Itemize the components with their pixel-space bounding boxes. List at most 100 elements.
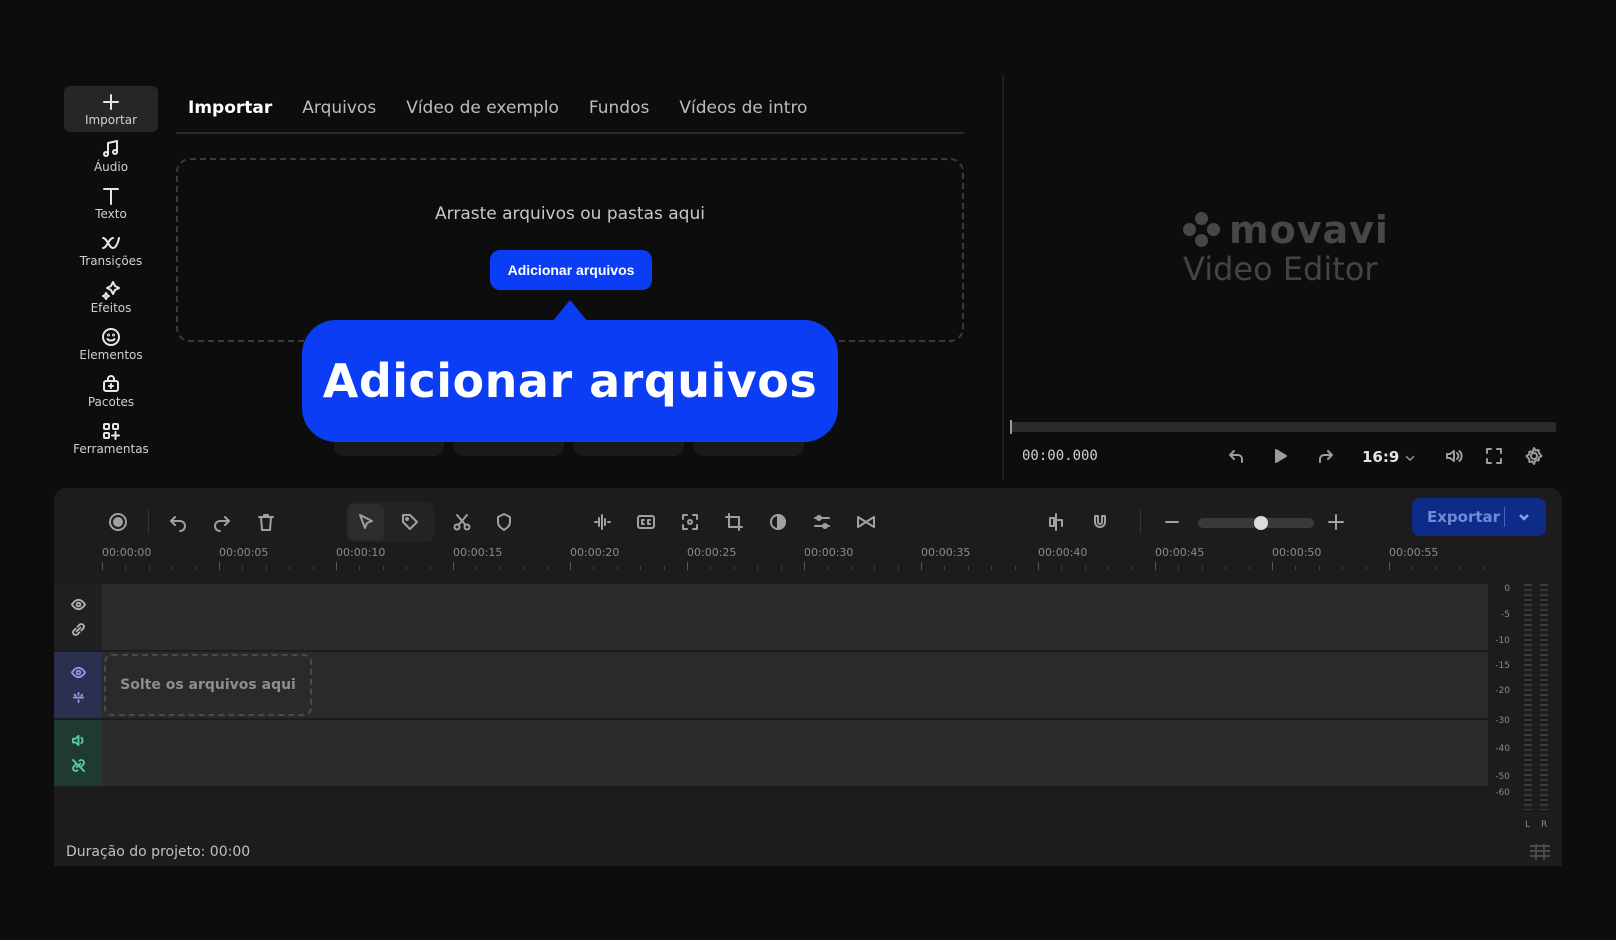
play-button[interactable] (1268, 444, 1292, 468)
magnet-button[interactable] (1082, 504, 1118, 540)
zoom-slider-knob[interactable] (1254, 516, 1268, 530)
aspect-ratio-dropdown[interactable] (1398, 446, 1422, 470)
eye-icon[interactable] (70, 665, 86, 680)
volume-button[interactable] (1442, 444, 1466, 468)
speaker-icon[interactable] (71, 733, 86, 748)
tab-video-de-exemplo[interactable]: Vídeo de exemplo (391, 98, 574, 118)
eye-icon[interactable] (70, 597, 86, 612)
link-broken-icon[interactable] (71, 690, 86, 705)
audio-sync-button[interactable] (1038, 504, 1074, 540)
panel-divider[interactable] (1002, 74, 1004, 480)
ruler-minor-tick (991, 566, 993, 570)
sidebar-item-label: Texto (95, 206, 127, 221)
ruler-minor-tick (944, 566, 946, 570)
trash-icon (258, 514, 274, 531)
chevron-down-icon[interactable] (1517, 510, 1531, 524)
sidebar-item-transicoes[interactable]: Transições (64, 227, 158, 273)
cut-button[interactable] (444, 504, 480, 540)
vu-bar-left (1524, 584, 1532, 810)
fullscreen-icon (1486, 448, 1502, 464)
tab-videos-de-intro[interactable]: Vídeos de intro (664, 98, 822, 118)
settings-button[interactable] (1522, 444, 1546, 468)
delete-button[interactable] (248, 504, 284, 540)
play-icon (1275, 449, 1287, 463)
export-button[interactable]: Exportar (1412, 498, 1546, 536)
ruler-minor-tick (382, 566, 384, 570)
tab-arquivos[interactable]: Arquivos (287, 98, 391, 118)
transition-wizard-button[interactable] (848, 504, 884, 540)
audio-track[interactable] (54, 720, 1488, 786)
marker-tool-button[interactable] (392, 504, 428, 540)
color-button[interactable] (760, 504, 796, 540)
left-sidebar: Importar Áudio Texto Transições Efeitos … (64, 86, 160, 462)
zoom-out-button[interactable] (1154, 504, 1190, 540)
fullscreen-button[interactable] (1482, 444, 1506, 468)
ruler-minor-tick (265, 566, 267, 570)
sidebar-item-label: Elementos (79, 347, 143, 362)
ruler-minor-tick (663, 566, 665, 570)
select-tool-button[interactable] (348, 504, 384, 540)
sidebar-item-texto[interactable]: Texto (64, 180, 158, 226)
sidebar-item-elementos[interactable]: Elementos (64, 321, 158, 367)
ruler-tick-label: 00:00:40 (1038, 546, 1088, 570)
ruler-minor-tick (757, 566, 759, 570)
protect-button[interactable] (486, 504, 522, 540)
record-icon (109, 513, 127, 531)
step-forward-button[interactable] (1314, 444, 1338, 468)
sidebar-item-ferramentas[interactable]: Ferramentas (64, 415, 158, 461)
vu-channel-r: R (1541, 820, 1548, 830)
export-label: Exportar (1427, 508, 1501, 526)
ruler-minor-tick (1084, 566, 1086, 570)
ruler-tick-label: 00:00:10 (336, 546, 386, 570)
ruler-minor-tick (640, 566, 642, 570)
redo-icon (214, 516, 230, 532)
ruler-minor-tick (1178, 566, 1180, 570)
adjust-button[interactable] (804, 504, 840, 540)
vu-scale-label: -10 (1495, 636, 1510, 646)
sidebar-item-importar[interactable]: Importar (64, 86, 158, 132)
ruler-minor-tick (546, 566, 548, 570)
add-files-button[interactable]: Adicionar arquivos (490, 250, 652, 290)
record-button[interactable] (100, 504, 136, 540)
link-broken-icon[interactable] (71, 758, 86, 773)
stabilize-button[interactable] (672, 504, 708, 540)
zoom-in-button[interactable] (1318, 504, 1354, 540)
track-header (54, 584, 102, 650)
sidebar-item-efeitos[interactable]: Efeitos (64, 274, 158, 320)
step-back-button[interactable] (1224, 444, 1248, 468)
ruler-tick-label: 00:00:35 (921, 546, 971, 570)
crop-button[interactable] (716, 504, 752, 540)
video-track[interactable]: Solte os arquivos aqui (54, 652, 1488, 718)
undo-button[interactable] (160, 504, 196, 540)
bowtie-icon (857, 516, 875, 528)
audio-edit-button[interactable] (584, 504, 620, 540)
sidebar-item-pacotes[interactable]: Pacotes (64, 368, 158, 414)
zoom-slider[interactable] (1198, 516, 1314, 530)
ruler-minor-tick (1435, 566, 1437, 570)
sidebar-item-audio[interactable]: Áudio (64, 133, 158, 179)
grid-plus-icon (103, 422, 120, 440)
ruler-minor-tick (1482, 566, 1484, 570)
tab-fundos[interactable]: Fundos (574, 98, 664, 118)
ruler-minor-tick (1225, 566, 1227, 570)
drop-files-area[interactable]: Solte os arquivos aqui (104, 654, 312, 716)
plus-icon (103, 93, 119, 110)
playhead[interactable] (1010, 420, 1012, 434)
tab-importar[interactable]: Importar (176, 98, 287, 118)
vu-scale-label: -5 (1501, 610, 1510, 620)
bag-plus-icon (103, 374, 119, 392)
aspect-ratio-select[interactable]: 16:9 (1362, 448, 1399, 466)
captions-button[interactable] (628, 504, 664, 540)
redo-button[interactable] (204, 504, 240, 540)
link-icon[interactable] (71, 622, 86, 637)
ruler-minor-tick (172, 566, 174, 570)
ruler-minor-tick (827, 566, 829, 570)
time-ruler[interactable]: 00:00:00 00:00:05 00:00:10 00:00:15 00:00:20… (102, 546, 1484, 576)
preview-scrubber[interactable] (1010, 420, 1556, 434)
grid-icon[interactable] (1528, 842, 1552, 862)
ruler-minor-tick (1131, 566, 1133, 570)
ruler-tick-label: 00:00:30 (804, 546, 854, 570)
vu-scale-label: -20 (1495, 686, 1510, 696)
empty-track[interactable] (54, 584, 1488, 650)
ruler-tick-label: 00:00:20 (570, 546, 620, 570)
